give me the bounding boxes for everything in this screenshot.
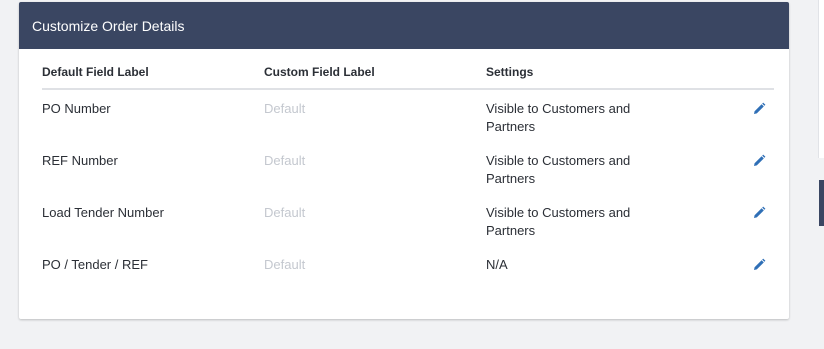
background-panel bbox=[818, 0, 824, 158]
card-title: Customize Order Details bbox=[32, 17, 185, 34]
edit-button[interactable] bbox=[752, 154, 766, 168]
card-header: Customize Order Details bbox=[19, 2, 789, 49]
edit-button[interactable] bbox=[752, 102, 766, 116]
custom-field-label: Default bbox=[264, 101, 306, 116]
table-row: PO / Tender / REF Default N/A bbox=[42, 246, 774, 298]
default-field-label: REF Number bbox=[42, 153, 118, 168]
pencil-icon bbox=[754, 154, 766, 166]
settings-value: Visible to Customers and Partners bbox=[486, 205, 631, 238]
custom-field-label: Default bbox=[264, 153, 306, 168]
table-row: REF Number Default Visible to Customers … bbox=[42, 142, 774, 194]
edit-button[interactable] bbox=[752, 258, 766, 272]
pencil-icon bbox=[754, 258, 766, 270]
pencil-icon bbox=[754, 206, 766, 218]
header-custom-field-label: Custom Field Label bbox=[264, 65, 375, 79]
header-default-field-label: Default Field Label bbox=[42, 65, 149, 79]
table-row: PO Number Default Visible to Customers a… bbox=[42, 90, 774, 142]
pencil-icon bbox=[754, 102, 766, 114]
order-fields-table: Default Field Label Custom Field Label S… bbox=[42, 50, 774, 298]
default-field-label: PO / Tender / REF bbox=[42, 257, 148, 272]
table-header: Default Field Label Custom Field Label S… bbox=[42, 50, 774, 90]
table-row: Load Tender Number Default Visible to Cu… bbox=[42, 194, 774, 246]
custom-field-label: Default bbox=[264, 257, 306, 272]
custom-field-label: Default bbox=[264, 205, 306, 220]
edit-button[interactable] bbox=[752, 206, 766, 220]
customize-order-details-card: Customize Order Details Default Field La… bbox=[19, 2, 789, 319]
page: Customize Order Details Default Field La… bbox=[0, 0, 824, 349]
settings-value: Visible to Customers and Partners bbox=[486, 153, 631, 186]
settings-value: N/A bbox=[486, 257, 508, 272]
header-settings: Settings bbox=[486, 65, 534, 79]
default-field-label: Load Tender Number bbox=[42, 205, 164, 220]
default-field-label: PO Number bbox=[42, 101, 111, 116]
background-tab bbox=[819, 180, 824, 226]
settings-value: Visible to Customers and Partners bbox=[486, 101, 631, 134]
